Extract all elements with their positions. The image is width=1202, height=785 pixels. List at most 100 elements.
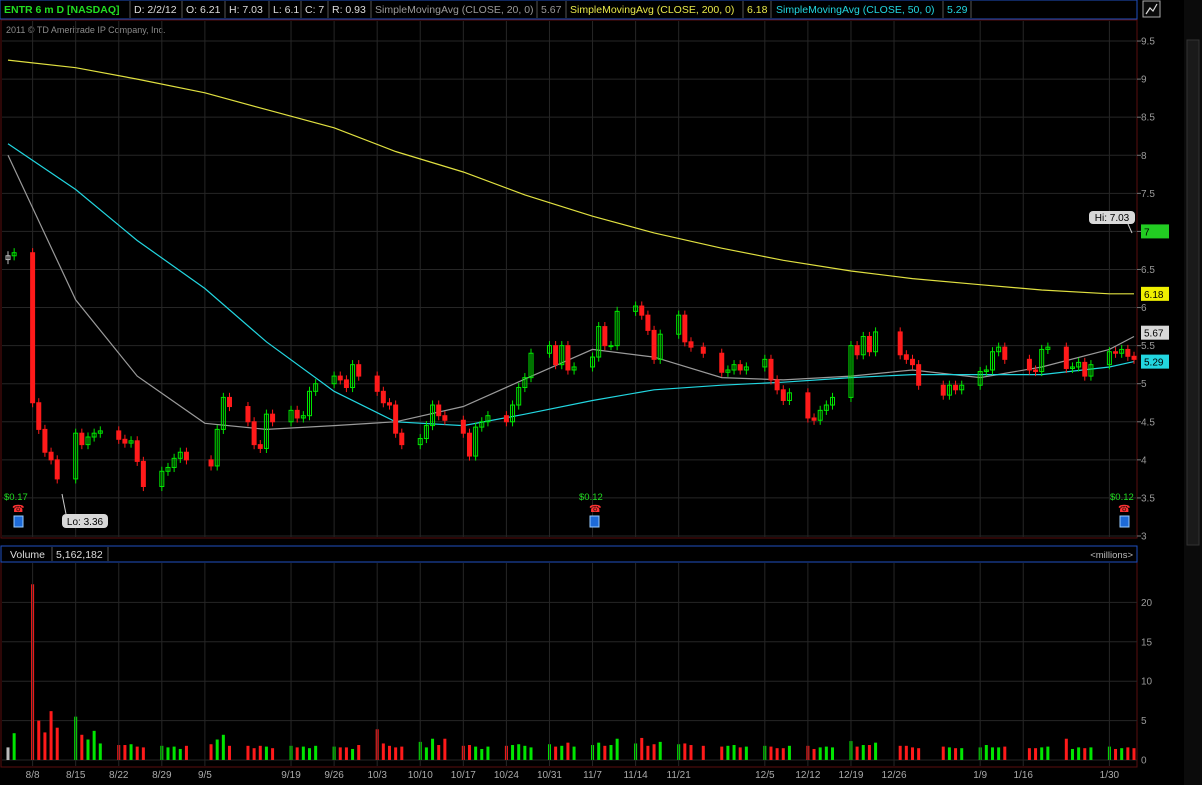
candle-body	[337, 375, 343, 381]
dividend-label: $0.17	[4, 492, 28, 503]
candle-body	[79, 432, 85, 446]
volume-bar	[689, 745, 693, 760]
candle-body	[245, 406, 251, 423]
price-tick-label: 9	[1141, 75, 1147, 86]
candle-body	[774, 379, 780, 391]
date-tick-label: 12/26	[882, 770, 907, 781]
volume-bar	[98, 743, 102, 760]
volume-bar	[910, 747, 914, 760]
volume-label[interactable]: Volume	[10, 549, 45, 561]
volume-bar	[400, 746, 404, 760]
stock-chart: ENTR 6 m D [NASDAQ] D: 2/2/12 O: 6.21 H:…	[0, 0, 1202, 785]
header-high: H: 7.03	[229, 4, 263, 16]
header-sma200-value: 6.18	[747, 4, 768, 16]
candle-body	[1033, 369, 1039, 373]
volume-bar	[990, 747, 994, 760]
candle-body	[466, 432, 472, 457]
volume-bar	[554, 746, 558, 760]
date-tick-label: 11/21	[667, 770, 692, 781]
volume-bar	[615, 738, 619, 760]
volume-bar	[6, 747, 10, 760]
header-symbol[interactable]: ENTR 6 m D [NASDAQ]	[4, 4, 120, 16]
candle-body	[1113, 351, 1119, 354]
candle-body	[805, 392, 811, 419]
candle-body	[719, 352, 725, 373]
volume-bar	[166, 747, 170, 760]
header-date: D: 2/2/12	[134, 4, 177, 16]
price-tick-label: 8.5	[1141, 113, 1155, 124]
volume-bar	[357, 745, 361, 760]
volume-bar	[86, 739, 90, 760]
volume-bar	[246, 745, 250, 760]
volume-bar	[437, 745, 441, 760]
volume-bar	[701, 745, 705, 760]
header-sma50-label[interactable]: SimpleMovingAvg (CLOSE, 50, 0)	[776, 4, 935, 16]
volume-bar	[123, 745, 127, 760]
header-sma20-label[interactable]: SimpleMovingAvg (CLOSE, 20, 0)	[375, 4, 534, 16]
volume-bar	[467, 745, 471, 760]
volume-bar	[135, 746, 139, 760]
candle-body	[916, 364, 922, 386]
volume-bar	[172, 746, 176, 760]
candle-body	[1131, 355, 1137, 360]
volume-bar	[1120, 748, 1124, 760]
price-tick-label: 6.5	[1141, 265, 1155, 276]
dividend-marker[interactable]: $0.12 ☎	[579, 492, 603, 528]
date-tick-label: 8/15	[66, 770, 86, 781]
volume-bar	[597, 742, 601, 760]
volume-bar	[861, 745, 865, 760]
date-tick-label: 8/8	[26, 770, 40, 781]
volume-bar	[258, 745, 262, 760]
candle-body	[645, 314, 651, 331]
lo-callout: Lo: 3.36	[61, 493, 108, 528]
date-tick-label: 1/16	[1014, 770, 1034, 781]
dividend-label: $0.12	[1110, 492, 1134, 503]
header-sma200-label[interactable]: SimpleMovingAvg (CLOSE, 200, 0)	[570, 4, 734, 16]
volume-bar	[523, 745, 527, 760]
volume-bar	[424, 747, 428, 760]
volume-bar	[129, 744, 133, 760]
candle-body	[436, 404, 442, 417]
volume-bar	[381, 743, 385, 760]
volume-bar	[431, 738, 435, 760]
candlesticks	[5, 248, 1137, 492]
date-tick-label: 8/22	[109, 770, 129, 781]
candle-body	[442, 415, 448, 421]
volume-bar	[572, 746, 576, 760]
volume-bar	[301, 746, 305, 760]
candle-body	[688, 341, 694, 348]
candle-body	[183, 451, 189, 461]
volume-bar	[1077, 747, 1081, 760]
side-panel-scrollbar[interactable]	[1186, 39, 1200, 546]
price-tick-label: 8	[1141, 151, 1147, 162]
date-tick-label: 9/5	[198, 770, 212, 781]
dividend-marker[interactable]: $0.17 ☎	[4, 492, 28, 528]
volume-bar	[652, 744, 656, 760]
calendar-icon	[13, 515, 24, 528]
volume-bar	[480, 748, 484, 760]
volume-bar	[215, 739, 219, 760]
header-open: O: 6.21	[186, 4, 221, 16]
candle-body	[36, 402, 42, 430]
volume-bar	[874, 742, 878, 760]
candle-body	[940, 384, 946, 396]
volume-tick-label: 20	[1141, 598, 1153, 609]
volume-bar	[307, 748, 311, 760]
date-tick-label: 8/29	[152, 770, 172, 781]
volume-bar	[184, 745, 188, 760]
volume-bar	[812, 748, 816, 760]
volume-y-axis: 0 5 10 15 20	[1141, 598, 1153, 767]
candle-body	[651, 329, 657, 360]
volume-bar	[1132, 748, 1136, 760]
volume-bar	[984, 745, 988, 760]
candle-body	[343, 379, 349, 389]
dividend-marker[interactable]: $0.12 ☎	[1110, 492, 1134, 528]
volume-bar	[1089, 747, 1093, 760]
date-tick-label: 10/3	[367, 770, 387, 781]
candle-body	[737, 364, 743, 371]
chart-settings-icon[interactable]	[1142, 0, 1161, 18]
volume-bar	[1083, 748, 1087, 760]
volume-bar	[443, 738, 447, 760]
volume-bar	[683, 743, 687, 760]
price-tick-label: 3.5	[1141, 493, 1155, 504]
